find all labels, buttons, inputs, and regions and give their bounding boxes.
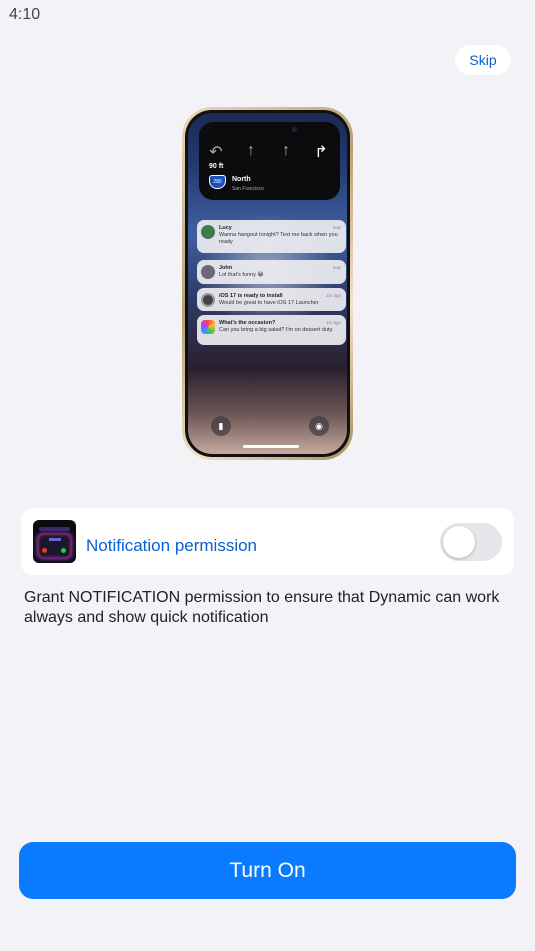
route-shield-icon: 280 bbox=[209, 175, 226, 189]
notification-item: John now Lol that's funny 😂 bbox=[197, 260, 346, 284]
notification-permission-card[interactable]: Notification permission bbox=[21, 508, 514, 575]
settings-icon bbox=[201, 293, 215, 307]
status-time: 4:10 bbox=[9, 6, 41, 23]
toggle-knob bbox=[443, 526, 475, 558]
home-indicator bbox=[243, 445, 299, 448]
turn-on-button[interactable]: Turn On bbox=[19, 842, 516, 899]
navigation-live-activity: ↶ ↑ ↑ ↱ 90 ft 280 North San Francisco bbox=[199, 122, 340, 200]
permission-description: Grant NOTIFICATION permission to ensure … bbox=[24, 589, 500, 626]
nav-street: North bbox=[232, 176, 251, 183]
notification-item: iOS 17 is ready to install 1m ago Would … bbox=[197, 288, 346, 311]
nav-city: San Francisco bbox=[232, 186, 264, 192]
turn-back-icon: ↶ bbox=[209, 144, 223, 161]
notification-item: What's the occasion? 1m ago Can you brin… bbox=[197, 315, 346, 345]
straight-arrow-icon: ↑ bbox=[282, 142, 290, 159]
avatar bbox=[201, 265, 215, 279]
straight-arrow-icon: ↑ bbox=[247, 142, 255, 159]
notification-item: Lucy now Wanna hangout tonight? Text me … bbox=[197, 220, 346, 253]
photos-icon bbox=[201, 320, 215, 334]
permission-toggle[interactable] bbox=[440, 523, 502, 561]
camera-icon: ◉ bbox=[309, 416, 329, 436]
phone-screen: ↶ ↑ ↑ ↱ 90 ft 280 North San Francisco Lu… bbox=[188, 113, 347, 454]
skip-button[interactable]: Skip bbox=[455, 45, 511, 75]
avatar bbox=[201, 225, 215, 239]
phone-illustration: ↶ ↑ ↑ ↱ 90 ft 280 North San Francisco Lu… bbox=[182, 107, 353, 460]
nav-distance: 90 ft bbox=[209, 163, 224, 170]
turn-right-icon: ↱ bbox=[314, 144, 328, 161]
app-icon bbox=[33, 520, 76, 563]
flashlight-icon: ▮ bbox=[211, 416, 231, 436]
permission-label: Notification permission bbox=[86, 536, 258, 555]
